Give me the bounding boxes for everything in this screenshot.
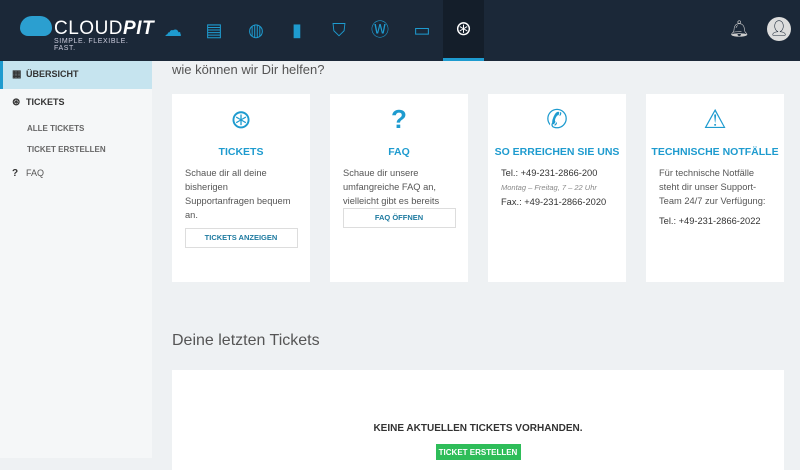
hours: Montag – Freitag, 7 – 22 Uhr [501, 183, 597, 192]
lifebuoy-icon: ⊛ [230, 104, 252, 134]
phone-icon: ✆ [546, 104, 568, 134]
emergency-phone: Tel.: +49-231-2866-2022 [659, 216, 761, 226]
sidebar-item-faq[interactable]: ? FAQ [0, 168, 152, 179]
cloud-icon[interactable]: ☁ [161, 18, 185, 42]
lifebuoy-icon: ⊛ [12, 97, 21, 108]
sidebar: ▦ ÜBERSICHT ⊛ TICKETS ALLE TICKETS TICKET … [0, 61, 152, 458]
grid-icon: ▦ [12, 69, 22, 80]
shield-icon[interactable]: ⛉ [327, 18, 351, 42]
empty-state-text: KEINE AKTUELLEN TICKETS VORHANDEN. [373, 423, 583, 434]
card-text: Schaue dir unsere umfangreiche FAQ an, v… [343, 168, 440, 206]
card-emergency: ⚠ TECHNISCHE NOTFÄLLE Für technische Not… [646, 94, 784, 282]
question-icon: ? [12, 168, 19, 179]
card-title: TECHNISCHE NOTFÄLLE [651, 146, 779, 158]
card-text: Für technische Notfälle steht dir unser … [659, 168, 766, 206]
office-icon[interactable]: ▮ [285, 18, 309, 42]
webpage-icon[interactable]: ▭ [410, 18, 434, 42]
open-faq-button[interactable]: FAQ ÖFFNEN [342, 208, 456, 228]
nav-support[interactable]: ⊛ [443, 0, 484, 61]
wordpress-icon[interactable]: Ⓦ [368, 18, 392, 42]
network-globe-icon[interactable]: ◍ [244, 18, 268, 42]
card-title: TICKETS [218, 146, 264, 158]
recent-tickets-heading: Deine letzten Tickets [172, 332, 320, 349]
card-contact: ✆ SO ERREICHEN SIE UNS Tel.: +49-231-286… [488, 94, 626, 282]
card-title: SO ERREICHEN SIE UNS [494, 146, 620, 158]
card-faq: ? FAQ Schaue dir unsere umfangreiche FAQ… [330, 94, 468, 282]
top-bar: CLOUDPIT SIMPLE. FLEXIBLE. FAST. ☁ ▤ ◍ ▮… [0, 0, 800, 61]
server-invoice-icon[interactable]: ▤ [202, 18, 226, 42]
sidebar-item-tickets[interactable]: ⊛ TICKETS [0, 97, 152, 108]
sidebar-item-label: FAQ [26, 168, 45, 178]
sidebar-item-ticket-erstellen[interactable]: TICKET ERSTELLEN [27, 145, 106, 154]
sidebar-item-alle-tickets[interactable]: ALLE TICKETS [27, 124, 84, 133]
show-tickets-button[interactable]: TICKETS ANZEIGEN [184, 228, 298, 248]
cloudpit-logo[interactable]: CLOUDPIT SIMPLE. FLEXIBLE. FAST. [20, 14, 154, 52]
sidebar-item-label: ÜBERSICHT [26, 69, 79, 79]
card-tickets: ⊛ TICKETS Schaue dir all deine bisherige… [172, 94, 310, 282]
sidebar-item-label: TICKETS [26, 97, 65, 107]
warning-icon: ⚠ [703, 104, 727, 134]
card-title: FAQ [388, 146, 410, 158]
question-icon: ? [391, 104, 407, 134]
lifebuoy-icon: ⊛ [455, 18, 472, 40]
avatar[interactable]: 👤︎ [767, 17, 791, 41]
phone-number: Tel.: +49-231-2866-200 [501, 168, 598, 178]
recent-tickets-panel: KEINE AKTUELLEN TICKETS VORHANDEN. TICKE… [172, 370, 784, 470]
brand-name: CLOUD [54, 18, 124, 39]
cloud-logo-icon [20, 16, 52, 36]
sidebar-item-uebersicht[interactable]: ▦ ÜBERSICHT [0, 61, 152, 89]
bell-icon[interactable]: 🔔︎ [729, 19, 749, 39]
fax-number: Fax.: +49-231-2866-2020 [501, 197, 607, 207]
brand-name-bold: PIT [123, 18, 155, 39]
card-text: Schaue dir all deine bisherigen Supporta… [185, 168, 291, 220]
brand-tagline: SIMPLE. FLEXIBLE. FAST. [54, 38, 129, 52]
help-heading: wie können wir Dir helfen? [172, 62, 325, 77]
